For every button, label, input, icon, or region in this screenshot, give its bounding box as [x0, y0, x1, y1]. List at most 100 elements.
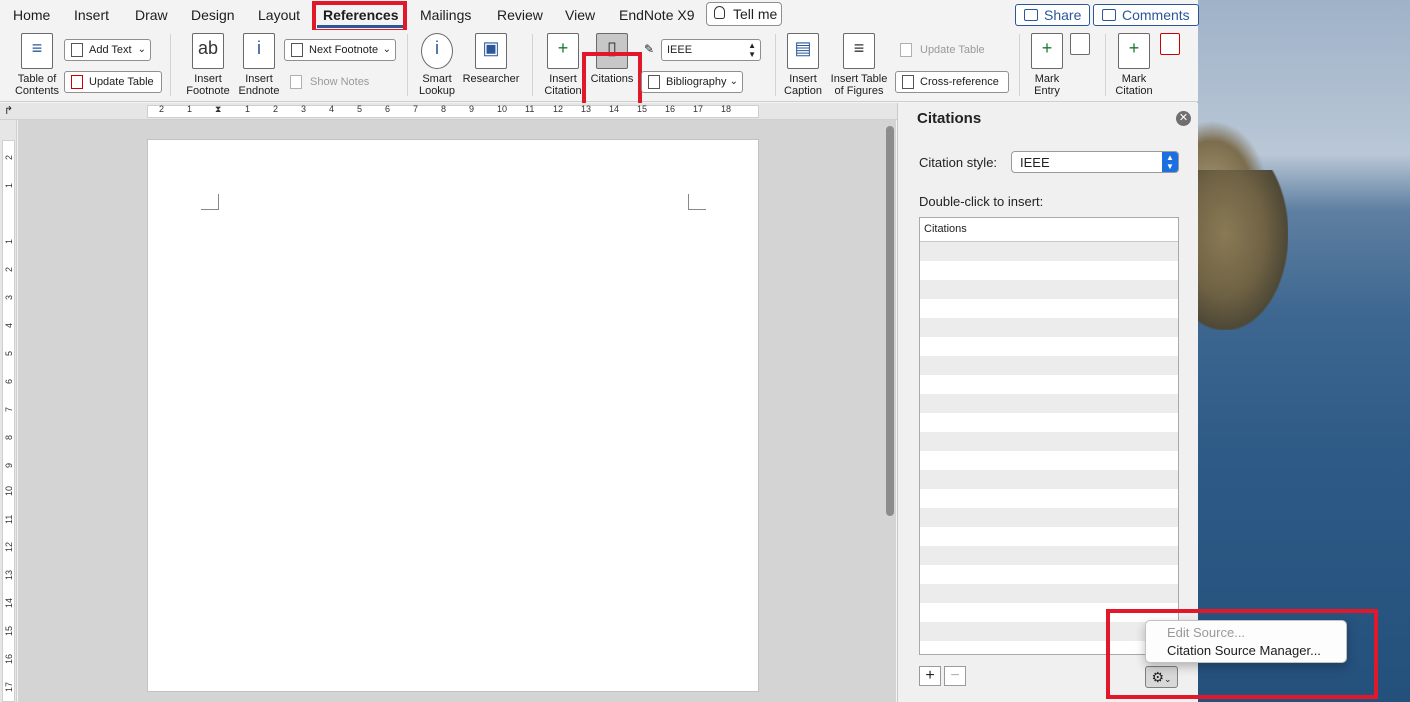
share-label: Share [1044, 7, 1082, 23]
list-item[interactable] [920, 280, 1178, 299]
mark-entry-icon: + [1031, 33, 1063, 69]
tab-design[interactable]: Design [191, 7, 235, 23]
list-item[interactable] [920, 413, 1178, 432]
list-item[interactable] [920, 470, 1178, 489]
ruler-tick: 1 [4, 238, 14, 244]
pane-citation-style-select[interactable]: IEEE ▲ ▼ [1011, 151, 1179, 173]
table-of-contents-button[interactable]: ≡ Table of Contents [12, 33, 62, 97]
list-item[interactable] [920, 337, 1178, 356]
update-table-label: Update Table [89, 76, 154, 88]
desktop-background [1198, 0, 1410, 702]
list-item[interactable] [920, 641, 1178, 654]
chevron-down-icon: ⌄ [137, 44, 146, 55]
mark-entry-label: Mark Entry [1034, 73, 1060, 97]
tab-layout[interactable]: Layout [258, 7, 300, 23]
add-text-button[interactable]: Add Text ⌄ [64, 39, 151, 61]
table-of-figures-icon: ≡ [843, 33, 875, 69]
list-item[interactable] [920, 356, 1178, 375]
list-item[interactable] [920, 375, 1178, 394]
ruler-tick: 1 [4, 182, 14, 188]
insert-footnote-button[interactable]: ab Insert Footnote [184, 33, 232, 97]
word-window: Home Insert Draw Design Layout Reference… [0, 0, 1378, 702]
menu-item-edit-source[interactable]: Edit Source... [1167, 625, 1245, 640]
pane-citation-style-value: IEEE [1020, 155, 1050, 170]
list-item[interactable] [920, 508, 1178, 527]
ruler-tick: 17 [693, 104, 704, 114]
indent-marker-icon[interactable]: ⧗ [215, 104, 221, 115]
table-of-authorities-icon [1160, 33, 1180, 55]
ruler-tick: 13 [581, 104, 592, 114]
document-page[interactable] [147, 139, 759, 692]
share-button[interactable]: Share [1015, 4, 1091, 26]
ribbon-divider [1105, 34, 1106, 96]
researcher-button[interactable]: ▣ Researcher [461, 33, 521, 85]
index-icon-button[interactable] [1070, 33, 1090, 59]
ruler-tick: 13 [4, 569, 14, 580]
list-item[interactable] [920, 527, 1178, 546]
add-citation-button[interactable]: + [919, 666, 941, 686]
cross-reference-label: Cross-reference [920, 76, 999, 88]
tab-references[interactable]: References [317, 7, 404, 28]
list-item[interactable] [920, 546, 1178, 565]
smart-lookup-button[interactable]: i Smart Lookup [414, 33, 460, 97]
ruler-tick: 2 [273, 104, 279, 114]
update-table-figures-icon [900, 43, 912, 57]
table-of-authorities-button[interactable] [1160, 33, 1180, 59]
insert-citation-button[interactable]: + Insert Citation [540, 33, 586, 97]
list-item[interactable] [920, 603, 1178, 622]
list-item[interactable] [920, 622, 1178, 641]
caption-icon: ▤ [787, 33, 819, 69]
list-item[interactable] [920, 394, 1178, 413]
citations-list-header[interactable]: Citations [920, 218, 1178, 242]
list-item[interactable] [920, 451, 1178, 470]
insert-footnote-label: Insert Footnote [186, 73, 230, 97]
horizontal-ruler[interactable]: ↱ 2 1 ⧗ 1 2 3 4 5 6 7 8 9 10 11 12 13 14… [0, 103, 897, 120]
tab-draw[interactable]: Draw [135, 7, 168, 23]
ruler-tick: 2 [159, 104, 165, 114]
citations-list[interactable]: Citations [919, 217, 1179, 655]
tell-me-search[interactable]: Tell me [706, 2, 782, 26]
document-canvas[interactable] [18, 120, 896, 702]
list-item[interactable] [920, 318, 1178, 337]
update-table-figures-button[interactable]: Update Table [898, 43, 985, 57]
ruler-tick: 1 [187, 104, 193, 114]
mark-entry-button[interactable]: + Mark Entry [1024, 33, 1070, 97]
next-footnote-button[interactable]: Next Footnote ⌄ [284, 39, 396, 61]
ruler-tick: 11 [4, 514, 14, 524]
tab-home[interactable]: Home [13, 7, 50, 23]
list-item[interactable] [920, 432, 1178, 451]
list-item[interactable] [920, 299, 1178, 318]
gear-menu-button[interactable]: ⚙⌄ [1145, 666, 1178, 688]
table-of-contents-label: Table of Contents [14, 73, 60, 97]
tab-stop-icon: ↱ [4, 105, 14, 117]
update-table-button[interactable]: Update Table [64, 71, 162, 93]
document-scrollbar[interactable] [886, 126, 894, 516]
tab-mailings[interactable]: Mailings [420, 7, 471, 23]
ribbon-tab-bar: Home Insert Draw Design Layout Reference… [0, 0, 1199, 30]
citations-button[interactable]: ▯ Citations [588, 33, 636, 85]
menu-item-citation-source-manager[interactable]: Citation Source Manager... [1167, 643, 1321, 658]
bibliography-button[interactable]: Bibliography ⌄ [641, 71, 743, 93]
show-notes-button[interactable]: Show Notes [288, 75, 369, 89]
ruler-tick: 7 [4, 406, 14, 412]
comments-button[interactable]: Comments [1093, 4, 1199, 26]
insert-endnote-button[interactable]: i Insert Endnote [236, 33, 282, 97]
close-icon[interactable]: ✕ [1176, 111, 1191, 126]
vertical-ruler[interactable]: 2 1 1 2 3 4 5 6 7 8 9 10 11 12 13 14 15 … [0, 120, 17, 702]
tab-insert[interactable]: Insert [74, 7, 109, 23]
tab-review[interactable]: Review [497, 7, 543, 23]
list-item[interactable] [920, 565, 1178, 584]
insert-table-of-figures-button[interactable]: ≡ Insert Table of Figures [828, 33, 890, 97]
tab-view[interactable]: View [565, 7, 595, 23]
list-item[interactable] [920, 242, 1178, 261]
cross-reference-button[interactable]: Cross-reference [895, 71, 1009, 93]
list-item[interactable] [920, 584, 1178, 603]
remove-citation-button[interactable]: − [944, 666, 966, 686]
ruler-tick: 9 [4, 462, 14, 468]
list-item[interactable] [920, 261, 1178, 280]
mark-citation-button[interactable]: + Mark Citation [1110, 33, 1158, 97]
citation-style-select[interactable]: IEEE ▲ ▼ [661, 39, 761, 61]
list-item[interactable] [920, 489, 1178, 508]
tab-endnote[interactable]: EndNote X9 [619, 7, 695, 23]
insert-caption-button[interactable]: ▤ Insert Caption [780, 33, 826, 97]
